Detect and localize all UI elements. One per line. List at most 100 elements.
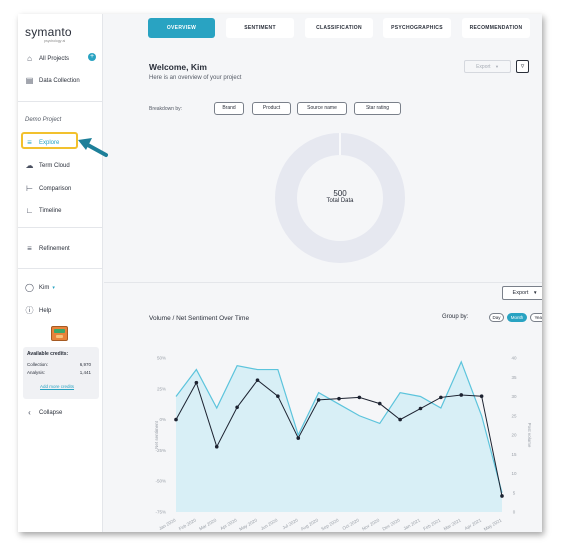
x-tick-label: Apr 2020 — [219, 517, 238, 531]
chart-title: Volume / Net Sentiment Over Time — [149, 315, 250, 322]
chevron-down-icon: ▼ — [532, 290, 538, 295]
filter-icon: ▿ — [520, 63, 525, 70]
filter-button[interactable]: ▿ — [516, 60, 529, 73]
breakdown-brand-button[interactable]: Brand — [214, 102, 244, 115]
add-project-button[interactable]: + — [88, 53, 96, 61]
sidebar-item-term-cloud[interactable]: ☁ Term Cloud — [25, 161, 70, 170]
y-right-tick-label: 40 — [511, 356, 517, 361]
cloud-icon: ☁ — [25, 161, 34, 170]
sidebar-item-label: Timeline — [39, 207, 62, 214]
net-sentiment-point — [255, 378, 260, 382]
x-tick-label: Aug 2020 — [300, 517, 320, 531]
tab-overview[interactable]: OVERVIEW — [148, 18, 215, 38]
y-right-tick-label: 0 — [513, 510, 516, 515]
y-right-tick-label: 15 — [511, 452, 517, 457]
export-button[interactable]: Export ▼ — [464, 60, 511, 73]
net-sentiment-point — [398, 417, 402, 422]
sidebar-item-refinement[interactable]: ≡ Refinement — [25, 244, 70, 253]
sidebar-item-data-collection[interactable]: ▤ Data Collection — [25, 76, 80, 85]
net-sentiment-point — [235, 405, 239, 410]
add-credits-link[interactable]: Add more credits — [40, 384, 74, 389]
group-by-month[interactable]: Month — [507, 313, 527, 322]
credits-collection-value: 6,970 — [79, 362, 91, 367]
sidebar-item-label: Explore — [39, 139, 60, 146]
user-name: Kim — [39, 284, 50, 291]
net-sentiment-point — [459, 393, 464, 397]
credits-collection-label: Collection: — [27, 362, 49, 367]
chevron-down-icon: ▾ — [52, 284, 55, 291]
page-subtitle: Here is an overview of your project — [149, 75, 242, 81]
net-sentiment-point — [276, 394, 280, 398]
credits-box-icon — [51, 326, 68, 341]
credits-collection-row: Collection: 6,970 — [27, 362, 91, 367]
breakdown-label: Breakdown by: — [149, 106, 183, 112]
tab-classification[interactable]: CLASSIFICATION — [305, 18, 373, 38]
sidebar-item-timeline[interactable]: ∟ Timeline — [25, 206, 62, 215]
page-title: Welcome, Kim — [149, 62, 207, 72]
logo-subtitle: psychology ai — [44, 39, 66, 43]
sidebar-item-label: Term Cloud — [39, 162, 70, 169]
timeline-export-button[interactable]: Export ▼ — [502, 286, 542, 300]
x-tick-label: Jun 2020 — [260, 517, 279, 531]
group-by-label: Group by: — [442, 314, 469, 320]
y-right-tick-label: 5 — [513, 490, 516, 495]
group-by-day[interactable]: Day — [489, 313, 504, 322]
tab-psychographics[interactable]: PSYCHOGRAPHICS — [383, 18, 451, 38]
database-icon: ▤ — [25, 76, 34, 85]
sidebar-item-label: Comparison — [39, 185, 72, 192]
x-tick-label: Oct 2020 — [342, 517, 361, 531]
x-tick-label: Mar 2021 — [443, 517, 462, 531]
sidebar-item-explore[interactable]: ≡ Explore — [25, 138, 59, 147]
home-icon: ⌂ — [27, 54, 32, 63]
net-sentiment-point — [377, 401, 382, 406]
x-tick-label: Jan 2021 — [402, 517, 421, 531]
y-left-tick-label: 25% — [157, 386, 166, 391]
user-icon: ◯ — [25, 283, 34, 292]
x-tick-label: Sep 2020 — [320, 517, 340, 531]
main-content: OVERVIEW SENTIMENT CLASSIFICATION PSYCHO… — [104, 14, 542, 532]
export-label: Export — [476, 64, 491, 70]
list-icon: ≡ — [27, 138, 32, 147]
credits-analysis-value: 1,441 — [79, 370, 91, 375]
y-right-tick-label: 10 — [511, 471, 517, 476]
x-tick-label: Nov 2020 — [361, 517, 381, 531]
credits-analysis-label: Analysis: — [27, 370, 46, 375]
x-tick-label: Feb 2020 — [178, 517, 197, 531]
divider — [18, 101, 103, 102]
sidebar-item-all-projects[interactable]: ⌂ All Projects — [25, 54, 69, 63]
net-sentiment-point — [500, 494, 504, 498]
donut-total-value: 500 — [333, 189, 347, 198]
section-divider — [104, 282, 542, 283]
y-right-tick-label: 30 — [511, 394, 517, 399]
post-volume-area — [176, 361, 502, 512]
breakdown-source-name-button[interactable]: Source name — [297, 102, 347, 115]
x-tick-label: Feb 2021 — [422, 517, 441, 531]
sidebar-item-help[interactable]: ⓘ Help — [25, 306, 52, 315]
tab-recommendation[interactable]: RECOMMENDATION — [462, 18, 530, 38]
y-left-tick-label: 50% — [157, 356, 166, 361]
tab-sentiment[interactable]: SENTIMENT — [226, 18, 294, 38]
credits-title: Available credits: — [27, 351, 69, 357]
net-sentiment-point — [418, 406, 423, 411]
y-left-tick-label: 0% — [159, 417, 166, 422]
comparison-icon: ⊢ — [26, 184, 33, 193]
group-by-year[interactable]: Year — [530, 313, 542, 322]
sidebar-item-label: Data Collection — [39, 77, 80, 84]
chevron-left-icon: ‹ — [28, 408, 31, 417]
x-tick-label: Apr 2021 — [464, 517, 483, 531]
sidebar-item-comparison[interactable]: ⊢ Comparison — [25, 184, 71, 193]
user-menu[interactable]: ◯ Kim ▾ — [25, 283, 55, 292]
y-right-axis-label: Post volume — [527, 423, 532, 448]
x-tick-label: Mar 2020 — [198, 517, 217, 531]
sidebar-item-label: Help — [39, 307, 52, 314]
info-icon: ⓘ — [25, 306, 34, 315]
y-left-tick-label: -75% — [155, 510, 166, 515]
net-sentiment-point — [214, 444, 219, 449]
credits-analysis-row: Analysis: 1,441 — [27, 370, 91, 375]
net-sentiment-point — [194, 380, 199, 385]
volume-sentiment-chart: 50%25%0%-25%-50%-75%4035302520151050Net … — [154, 356, 532, 532]
breakdown-product-button[interactable]: Product — [252, 102, 291, 115]
collapse-button[interactable]: ‹ Collapse — [25, 408, 62, 417]
breakdown-star-rating-button[interactable]: Star rating — [354, 102, 401, 115]
x-tick-label: Jan 2020 — [158, 517, 177, 531]
